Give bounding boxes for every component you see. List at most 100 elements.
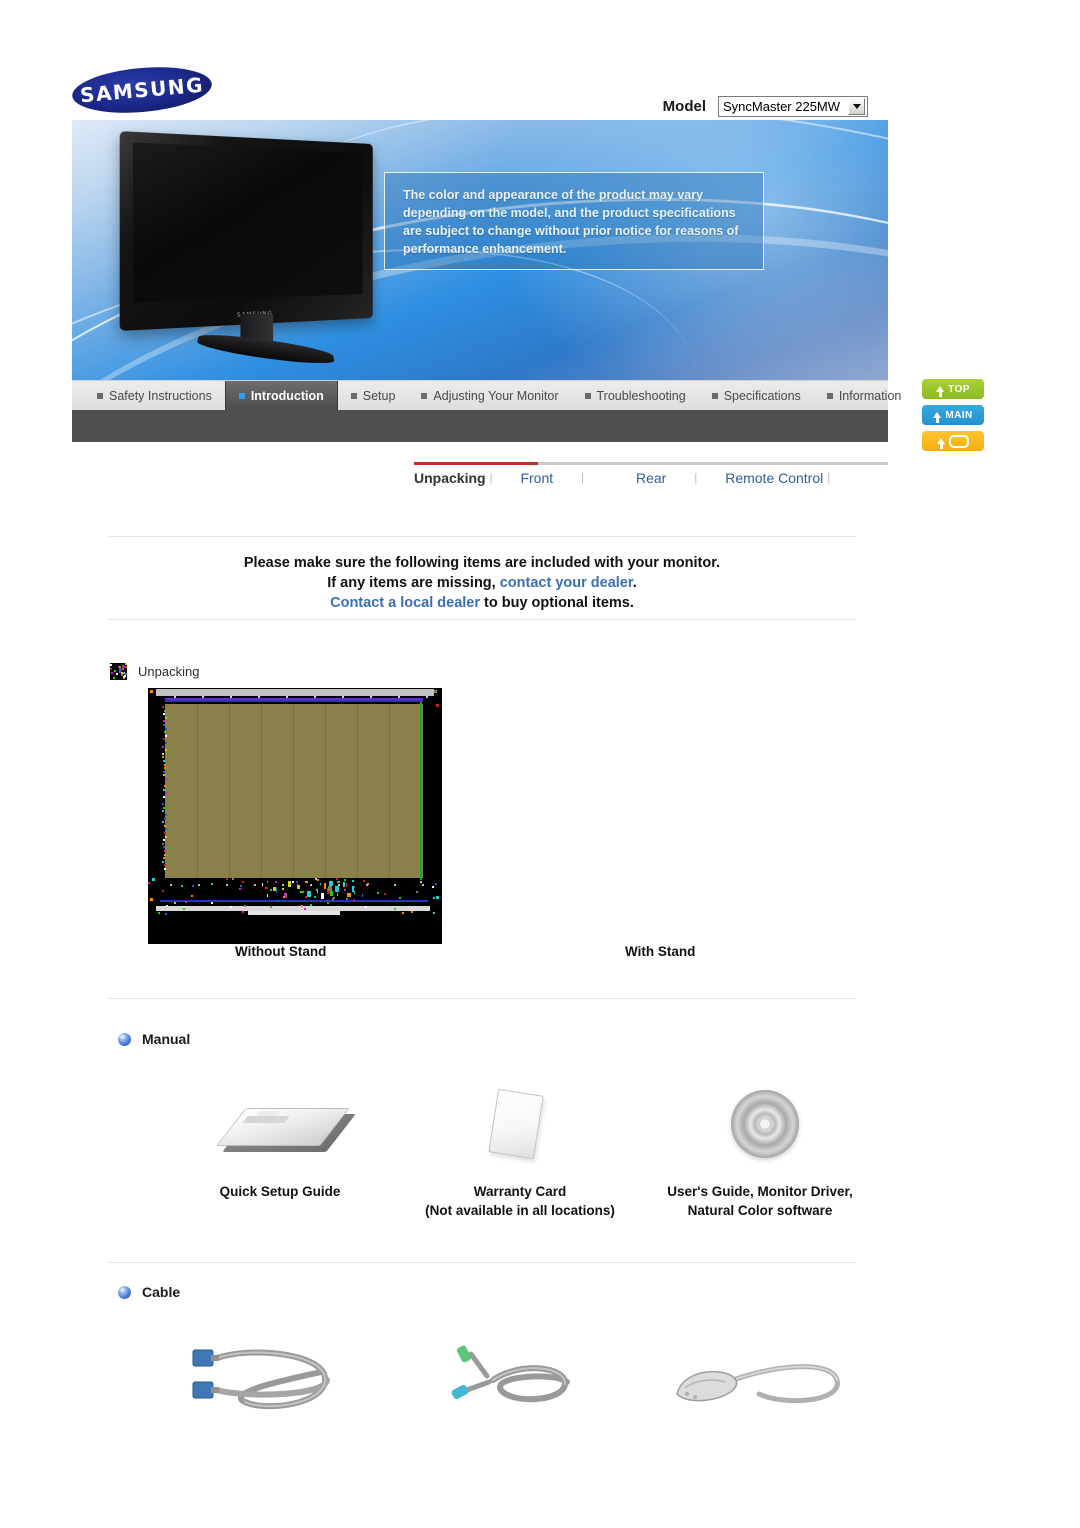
intro-line-2-suffix: .: [632, 575, 637, 591]
nav-bullet-icon: [711, 392, 718, 399]
sub-nav-rule: [414, 462, 888, 465]
cable-item: [640, 1334, 880, 1438]
nav-dark-bar: [72, 410, 888, 442]
intro-line-3-suffix: to buy optional items.: [480, 595, 634, 611]
nav-item-label: Specifications: [723, 388, 801, 403]
nav-item-adjusting-your-monitor[interactable]: Adjusting Your Monitor: [408, 381, 571, 410]
model-select-value: SyncMaster 225MW: [723, 99, 841, 114]
nav-bullet-icon: [350, 392, 357, 399]
model-selector-group: Model SyncMaster 225MW: [663, 96, 868, 117]
sub-nav-item-front[interactable]: Front: [520, 470, 553, 486]
nav-item-label: Introduction: [250, 388, 324, 403]
broken-image-artifact: [160, 900, 428, 902]
disclaimer-box: The color and appearance of the product …: [384, 172, 764, 270]
intro-line-2-prefix: If any items are missing,: [327, 575, 500, 591]
nav-item-troubleshooting[interactable]: Troubleshooting: [572, 381, 699, 410]
monitor-screen: [132, 142, 363, 303]
nav-bullet-icon: [421, 392, 428, 399]
nav-item-label: Safety Instructions: [109, 388, 212, 403]
mail-oval-icon: [949, 434, 969, 448]
up-arrow-icon: [936, 386, 945, 397]
side-button-group: TOP MAIN: [922, 379, 984, 451]
lcd-monitor-photo: SAMSUNG: [114, 131, 404, 368]
broken-image-panel: [165, 704, 423, 878]
cable-item: [160, 1334, 400, 1438]
cable-items-row: [160, 1334, 880, 1438]
top-button[interactable]: TOP: [922, 379, 984, 399]
broken-image-icon: [110, 663, 127, 680]
unpacking-section-header: Unpacking: [110, 663, 199, 680]
divider: [108, 619, 856, 620]
manual-section-label: Manual: [142, 1031, 191, 1047]
cable-section-label: Cable: [142, 1284, 181, 1300]
cable-item: [400, 1334, 640, 1438]
contact-local-dealer-link[interactable]: Contact a local dealer: [330, 595, 480, 611]
sub-nav-items: Unpacking | Front | Rear | Remote Contro…: [414, 470, 888, 486]
mail-button[interactable]: [922, 431, 984, 451]
label-without-stand: Without Stand: [235, 944, 327, 959]
up-arrow-icon: [937, 438, 945, 449]
card-icon: [415, 1078, 625, 1170]
cable-section-header: Cable: [118, 1284, 180, 1300]
unpacking-section-label: Unpacking: [138, 664, 200, 679]
broken-image-artifact: [165, 700, 423, 702]
intro-line-2: If any items are missing, contact your d…: [108, 573, 856, 593]
nav-item-safety-instructions[interactable]: Safety Instructions: [84, 381, 225, 410]
main-arrow-icon: [933, 412, 942, 423]
nav-item-information[interactable]: Information: [814, 381, 915, 410]
manual-items-row: Quick Setup Guide Warranty Card (Not ava…: [160, 1078, 880, 1220]
contact-your-dealer-link[interactable]: contact your dealer: [500, 575, 633, 591]
booklet-icon: [175, 1078, 385, 1170]
cd-icon: [655, 1078, 865, 1170]
d-sub-cable-icon: [175, 1334, 385, 1426]
sub-nav-separator: |: [827, 472, 831, 484]
hero-banner: SAMSUNG The color and appearance of the …: [72, 120, 888, 380]
monitor-bezel: SAMSUNG: [119, 131, 373, 331]
model-select[interactable]: SyncMaster 225MW: [718, 96, 868, 117]
nav-item-setup[interactable]: Setup: [338, 381, 409, 410]
sub-nav: Unpacking | Front | Rear | Remote Contro…: [414, 462, 888, 496]
nav-item-label: Setup: [362, 388, 396, 403]
unpacking-broken-image: [148, 688, 442, 944]
blue-sphere-bullet-icon: [118, 1285, 131, 1299]
main-button[interactable]: MAIN: [922, 405, 984, 425]
disclaimer-text: The color and appearance of the product …: [403, 188, 739, 256]
sub-nav-item-remote-control[interactable]: Remote Control: [725, 470, 823, 486]
main-button-label: MAIN: [945, 409, 973, 421]
nav-bullet-icon: [826, 392, 833, 399]
nav-item-label: Adjusting Your Monitor: [433, 388, 559, 403]
sub-nav-active-marker: [414, 462, 538, 465]
label-with-stand: With Stand: [625, 944, 696, 959]
manual-item: User's Guide, Monitor Driver, Natural Co…: [640, 1078, 880, 1220]
broken-image-top-bar: [156, 689, 434, 696]
sub-nav-item-rear[interactable]: Rear: [636, 470, 666, 486]
divider: [108, 998, 856, 999]
main-nav: Safety Instructions Introduction Setup Adju…: [72, 380, 901, 410]
sub-nav-item-unpacking[interactable]: Unpacking: [414, 470, 486, 486]
sub-nav-separator: |: [489, 472, 493, 484]
nav-item-specifications[interactable]: Specifications: [699, 381, 814, 410]
manual-section-header: Manual: [118, 1031, 190, 1047]
top-button-label: TOP: [948, 383, 970, 395]
nav-bullet-icon: [584, 392, 591, 399]
nav-item-label: Troubleshooting: [596, 388, 686, 403]
nav-bullet-icon: [97, 392, 103, 399]
nav-item-label: Information: [838, 388, 902, 403]
logo-wordmark: SAMSUNG: [79, 72, 205, 108]
divider: [108, 1262, 856, 1263]
audio-cable-icon: [415, 1334, 625, 1426]
power-cord-icon: [655, 1334, 865, 1426]
nav-item-introduction[interactable]: Introduction: [224, 381, 338, 410]
manual-item: Warranty Card (Not available in all loca…: [400, 1078, 640, 1220]
stand-label-row: Without Stand With Stand: [108, 944, 856, 964]
manual-item-caption: User's Guide, Monitor Driver, Natural Co…: [667, 1184, 853, 1218]
intro-line-1: Please make sure the following items are…: [243, 555, 721, 571]
blue-sphere-bullet-icon: [118, 1032, 131, 1046]
nav-bullet-icon: [238, 392, 245, 399]
manual-item: Quick Setup Guide: [160, 1078, 400, 1220]
manual-item-caption: Warranty Card (Not available in all loca…: [425, 1184, 615, 1218]
sub-nav-separator: |: [581, 472, 584, 484]
model-label: Model: [662, 98, 706, 115]
chevron-down-icon[interactable]: [848, 98, 865, 115]
page-header: SAMSUNG Model SyncMaster 225MW: [0, 0, 1080, 120]
